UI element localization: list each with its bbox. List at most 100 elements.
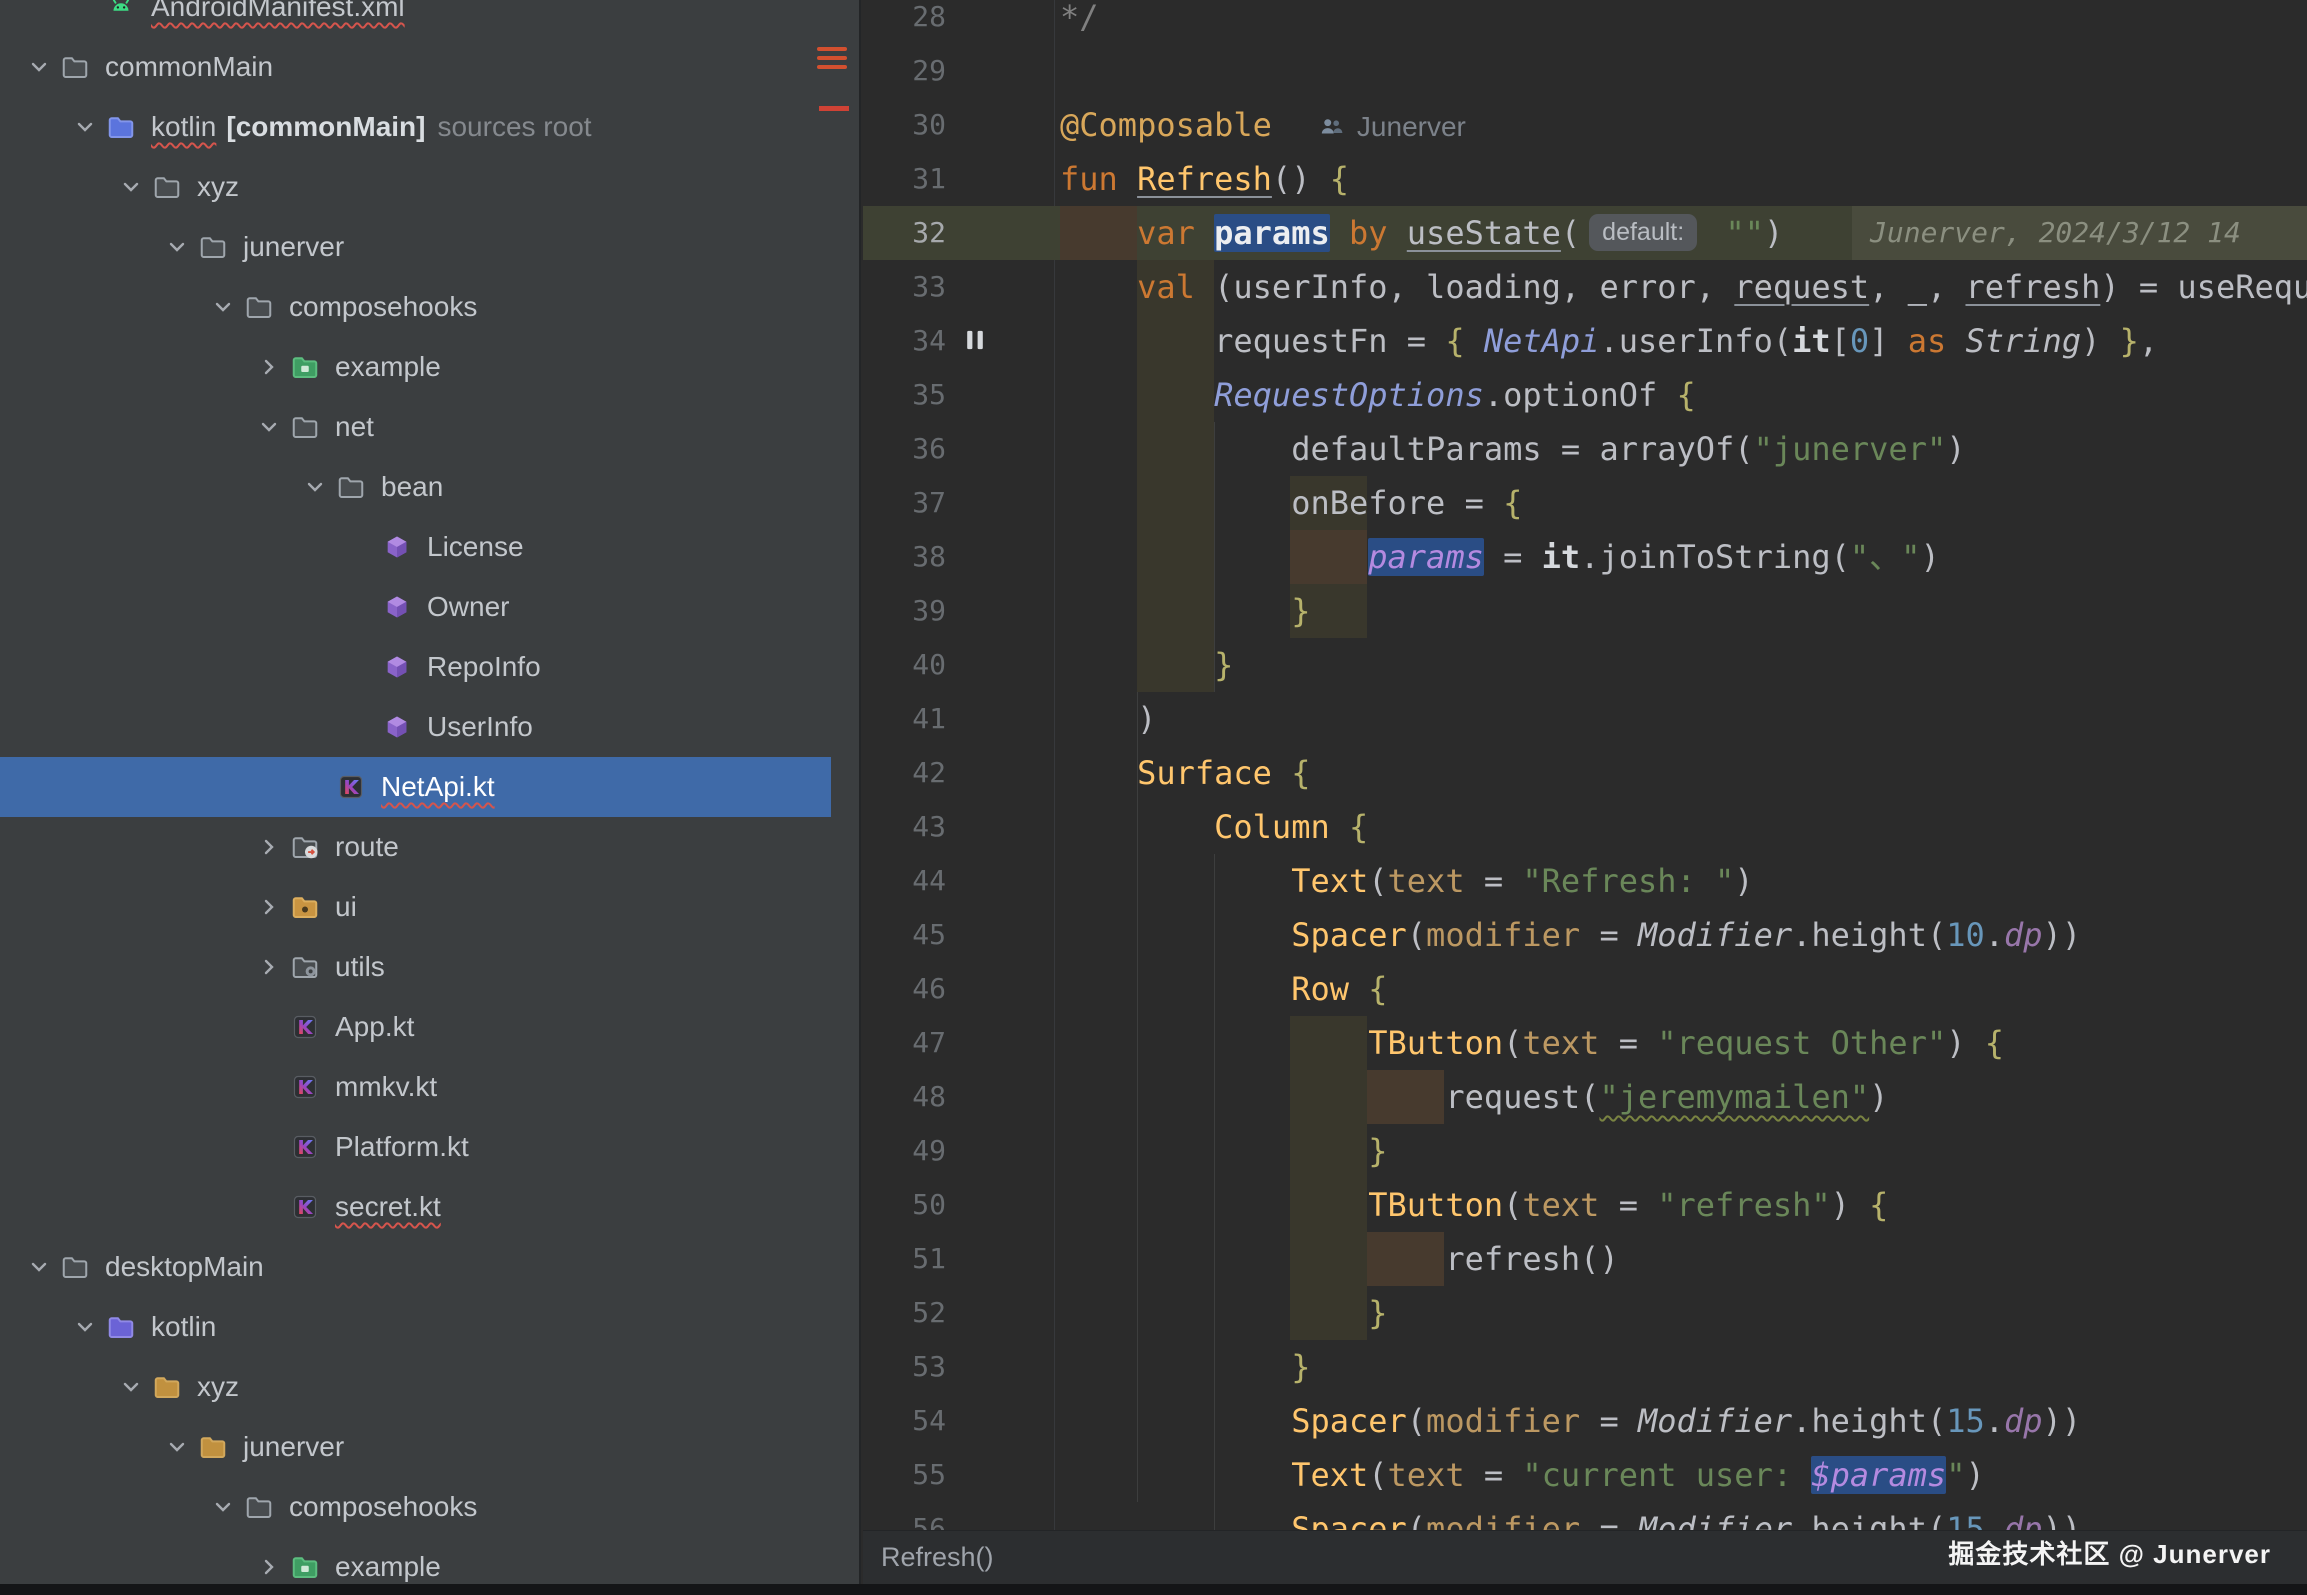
line-number[interactable]: 36 <box>863 422 946 476</box>
tree-item-bean[interactable]: bean <box>0 457 831 517</box>
breadcrumb-item[interactable]: Refresh() <box>881 1542 994 1573</box>
line-number[interactable]: 28 <box>863 0 946 44</box>
editor-panel[interactable]: 28*/2930@ComposableJunerver31fun Refresh… <box>863 0 2307 1595</box>
editor-code-area[interactable]: 28*/2930@ComposableJunerver31fun Refresh… <box>863 0 2307 1556</box>
chevron-down-icon[interactable] <box>297 469 333 505</box>
line-number[interactable]: 29 <box>863 44 946 98</box>
code-line-35[interactable]: 35 RequestOptions.optionOf { <box>863 368 2307 422</box>
tree-item-composehooks[interactable]: composehooks <box>0 1477 831 1537</box>
tree-item-utils[interactable]: utils <box>0 937 831 997</box>
tree-item-kotlin[interactable]: kotlin[commonMain]sources root <box>0 97 831 157</box>
tree-item-junerver[interactable]: junerver <box>0 217 831 277</box>
line-number[interactable]: 31 <box>863 152 946 206</box>
code-line-39[interactable]: 39 } <box>863 584 2307 638</box>
line-number[interactable]: 40 <box>863 638 946 692</box>
line-number[interactable]: 50 <box>863 1178 946 1232</box>
tree-item-app-kt[interactable]: App.kt <box>0 997 831 1057</box>
code-line-49[interactable]: 49 } <box>863 1124 2307 1178</box>
chevron-right-icon[interactable] <box>251 829 287 865</box>
code-line-40[interactable]: 40 } <box>863 638 2307 692</box>
chevron-down-icon[interactable] <box>159 1429 195 1465</box>
line-number[interactable]: 48 <box>863 1070 946 1124</box>
chevron-right-icon[interactable] <box>251 949 287 985</box>
line-number[interactable]: 51 <box>863 1232 946 1286</box>
tree-item-netapi-kt[interactable]: NetApi.kt <box>0 757 831 817</box>
line-number[interactable]: 53 <box>863 1340 946 1394</box>
line-number[interactable]: 45 <box>863 908 946 962</box>
line-number[interactable]: 46 <box>863 962 946 1016</box>
code-line-48[interactable]: 48 request("jeremymailen") <box>863 1070 2307 1124</box>
line-number[interactable]: 32 <box>863 206 946 260</box>
tree-item-commonmain[interactable]: commonMain <box>0 37 831 97</box>
tree-item-example[interactable]: example <box>0 337 831 397</box>
code-line-54[interactable]: 54 Spacer(modifier = Modifier.height(15.… <box>863 1394 2307 1448</box>
code-line-53[interactable]: 53 } <box>863 1340 2307 1394</box>
code-line-45[interactable]: 45 Spacer(modifier = Modifier.height(10.… <box>863 908 2307 962</box>
tree-item-route[interactable]: route <box>0 817 831 877</box>
chevron-right-icon[interactable] <box>251 1549 287 1585</box>
tree-item-net[interactable]: net <box>0 397 831 457</box>
chevron-right-icon[interactable] <box>251 889 287 925</box>
chevron-down-icon[interactable] <box>21 49 57 85</box>
chevron-down-icon[interactable] <box>113 1369 149 1405</box>
line-number[interactable]: 43 <box>863 800 946 854</box>
code-line-32[interactable]: 32 var params by useState(default: "")Ju… <box>863 206 2307 260</box>
tree-item-userinfo[interactable]: UserInfo <box>0 697 831 757</box>
code-line-29[interactable]: 29 <box>863 44 2307 98</box>
code-line-47[interactable]: 47 TButton(text = "request Other") { <box>863 1016 2307 1070</box>
chevron-down-icon[interactable] <box>159 229 195 265</box>
code-line-37[interactable]: 37 onBefore = { <box>863 476 2307 530</box>
code-line-41[interactable]: 41 ) <box>863 692 2307 746</box>
code-line-28[interactable]: 28*/ <box>863 0 2307 44</box>
tree-item-kotlin[interactable]: kotlin <box>0 1297 831 1357</box>
line-number[interactable]: 33 <box>863 260 946 314</box>
code-line-33[interactable]: 33 val (userInfo, loading, error, reques… <box>863 260 2307 314</box>
code-line-44[interactable]: 44 Text(text = "Refresh: ") <box>863 854 2307 908</box>
tree-item-ui[interactable]: ui <box>0 877 831 937</box>
code-line-36[interactable]: 36 defaultParams = arrayOf("junerver") <box>863 422 2307 476</box>
chevron-right-icon[interactable] <box>251 349 287 385</box>
tree-item-xyz[interactable]: xyz <box>0 157 831 217</box>
code-line-51[interactable]: 51 refresh() <box>863 1232 2307 1286</box>
code-line-31[interactable]: 31fun Refresh() { <box>863 152 2307 206</box>
pause-icon[interactable] <box>946 314 1054 368</box>
chevron-down-icon[interactable] <box>67 1309 103 1345</box>
code-line-30[interactable]: 30@ComposableJunerver <box>863 98 2307 152</box>
line-number[interactable]: 52 <box>863 1286 946 1340</box>
line-number[interactable]: 37 <box>863 476 946 530</box>
chevron-down-icon[interactable] <box>205 1489 241 1525</box>
line-number[interactable]: 38 <box>863 530 946 584</box>
tree-item-composehooks[interactable]: composehooks <box>0 277 831 337</box>
tree-item-mmkv-kt[interactable]: mmkv.kt <box>0 1057 831 1117</box>
tree-item-secret-kt[interactable]: secret.kt <box>0 1177 831 1237</box>
tree-item-repoinfo[interactable]: RepoInfo <box>0 637 831 697</box>
chevron-down-icon[interactable] <box>251 409 287 445</box>
line-number[interactable]: 30 <box>863 98 946 152</box>
code-line-55[interactable]: 55 Text(text = "current user: $params") <box>863 1448 2307 1502</box>
chevron-down-icon[interactable] <box>21 1249 57 1285</box>
code-line-46[interactable]: 46 Row { <box>863 962 2307 1016</box>
tree-item-owner[interactable]: Owner <box>0 577 831 637</box>
line-number[interactable]: 39 <box>863 584 946 638</box>
line-number[interactable]: 42 <box>863 746 946 800</box>
line-number[interactable]: 34 <box>863 314 946 368</box>
line-number[interactable]: 44 <box>863 854 946 908</box>
line-number[interactable]: 35 <box>863 368 946 422</box>
tree-item-xyz[interactable]: xyz <box>0 1357 831 1417</box>
chevron-down-icon[interactable] <box>113 169 149 205</box>
code-line-52[interactable]: 52 } <box>863 1286 2307 1340</box>
code-line-50[interactable]: 50 TButton(text = "refresh") { <box>863 1178 2307 1232</box>
tree-item-desktopmain[interactable]: desktopMain <box>0 1237 831 1297</box>
line-number[interactable]: 54 <box>863 1394 946 1448</box>
tree-item-junerver[interactable]: junerver <box>0 1417 831 1477</box>
chevron-down-icon[interactable] <box>67 109 103 145</box>
error-stripe-mark[interactable] <box>819 106 849 111</box>
line-number[interactable]: 47 <box>863 1016 946 1070</box>
line-number[interactable]: 49 <box>863 1124 946 1178</box>
code-line-38[interactable]: 38 params = it.joinToString("、") <box>863 530 2307 584</box>
code-line-43[interactable]: 43 Column { <box>863 800 2307 854</box>
tree-item-androidmanifest-xml[interactable]: AndroidManifest.xml <box>0 0 831 37</box>
code-line-34[interactable]: 34 requestFn = { NetApi.userInfo(it[0] a… <box>863 314 2307 368</box>
code-line-42[interactable]: 42 Surface { <box>863 746 2307 800</box>
tree-options-icon[interactable] <box>817 42 847 74</box>
